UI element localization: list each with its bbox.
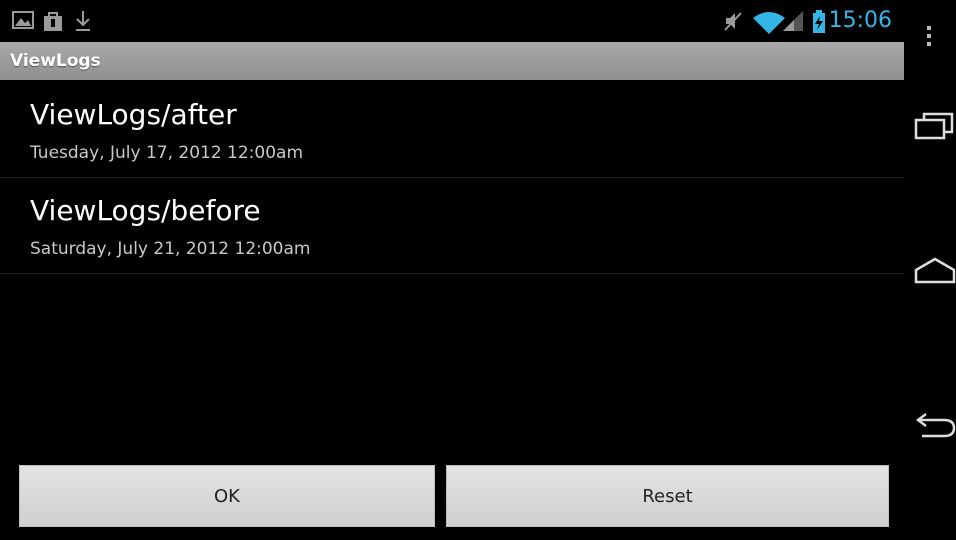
download-icon	[74, 10, 92, 36]
reset-button[interactable]: Reset	[446, 465, 889, 527]
battery-charging-icon	[812, 10, 826, 38]
list-item-log-after[interactable]: ViewLogs/after Tuesday, July 17, 2012 12…	[0, 82, 904, 178]
page-title: ViewLogs	[10, 51, 101, 71]
app-screen: 15:06 ViewLogs ViewLogs/after Tuesday, J…	[0, 0, 956, 540]
back-icon[interactable]	[914, 408, 956, 444]
overflow-menu-icon[interactable]	[924, 24, 934, 52]
list-item-log-before[interactable]: ViewLogs/before Saturday, July 21, 2012 …	[0, 178, 904, 274]
status-time: 15:06	[828, 8, 892, 33]
title-bar: ViewLogs	[0, 42, 904, 80]
mute-icon	[722, 10, 744, 36]
log-date: Tuesday, July 17, 2012 12:00am	[30, 143, 304, 163]
wifi-icon	[752, 10, 786, 38]
image-icon	[12, 10, 34, 34]
bag-icon	[42, 10, 64, 36]
navigation-bar	[904, 0, 956, 540]
status-bar: 15:06	[0, 0, 904, 42]
log-name: ViewLogs/after	[30, 98, 237, 131]
log-name: ViewLogs/before	[30, 194, 261, 227]
ok-button[interactable]: OK	[19, 465, 435, 527]
log-list: ViewLogs/after Tuesday, July 17, 2012 12…	[0, 82, 904, 274]
log-date: Saturday, July 21, 2012 12:00am	[30, 239, 311, 259]
signal-icon	[782, 10, 804, 36]
recent-apps-icon[interactable]	[914, 110, 954, 148]
home-icon[interactable]	[914, 256, 956, 290]
